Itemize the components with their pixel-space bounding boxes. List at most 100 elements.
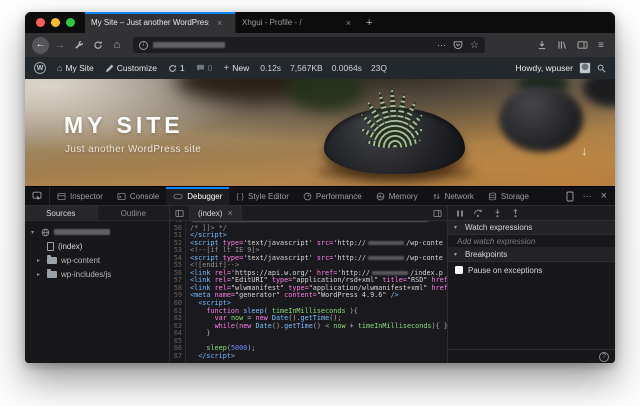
browser-window: My Site – Just another WordPress × Xhgui… xyxy=(25,12,615,363)
adminbar-updates[interactable]: 1 xyxy=(168,63,185,73)
page-actions-icon[interactable]: ⋯ xyxy=(437,40,446,51)
desktop: My Site – Just another WordPress × Xhgui… xyxy=(0,0,640,406)
adminbar-comments[interactable]: 0 xyxy=(196,63,212,73)
code-editor: (index) × 495051525354555657585960616263… xyxy=(170,206,447,363)
site-info-icon[interactable]: i xyxy=(139,40,148,50)
memory-icon xyxy=(376,192,385,200)
site-header: MY SITE Just another WordPress site ↓ xyxy=(25,79,615,186)
responsive-mode-icon[interactable] xyxy=(566,191,574,202)
network-icon xyxy=(432,193,440,199)
adminbar-greeting[interactable]: Howdy, wpuser xyxy=(516,63,573,73)
tab-network[interactable]: Network xyxy=(425,187,481,205)
sources-tree: ▾ (index) ▸ wp-content ▸ wp-includes/js xyxy=(25,221,169,281)
tab-performance[interactable]: Performance xyxy=(296,187,369,205)
devtools-menu-icon[interactable]: ⋯ xyxy=(583,191,592,202)
stat-memory: 7,567KB xyxy=(290,63,323,73)
storage-icon xyxy=(488,192,497,200)
tab-memory[interactable]: Memory xyxy=(369,187,425,205)
stat-cpu: 0.0064s xyxy=(331,63,362,73)
editor-tab-index[interactable]: (index) × xyxy=(189,206,242,220)
expand-panes-icon[interactable] xyxy=(428,206,447,220)
window-controls xyxy=(25,12,85,33)
url-text-redacted xyxy=(153,42,225,48)
adminbar-customize[interactable]: Customize xyxy=(105,63,157,73)
sidebar-toggle-icon[interactable] xyxy=(577,40,588,50)
devtools-footer: ? xyxy=(448,349,615,363)
downloads-icon[interactable] xyxy=(537,40,547,50)
stat-queries: 23Q xyxy=(370,63,388,73)
help-icon[interactable]: ? xyxy=(599,351,609,362)
devtools-toolbar: Inspector Console Debugger { } Style Edi… xyxy=(25,187,615,206)
tab-title: My Site – Just another WordPress xyxy=(91,18,209,27)
minimize-window-button[interactable] xyxy=(51,18,60,27)
tab-sources[interactable]: Sources xyxy=(25,206,98,220)
home-icon: ⌂ xyxy=(57,63,63,73)
watch-expressions-header[interactable]: ▾ Watch expressions xyxy=(448,221,615,235)
stat-time: 0.12s xyxy=(260,63,282,73)
browser-tab-xhgui[interactable]: Xhgui - Profile - / × xyxy=(235,12,357,33)
updates-icon xyxy=(169,64,176,72)
tab-style-editor[interactable]: { } Style Editor xyxy=(229,187,295,205)
tab-outline[interactable]: Outline xyxy=(98,206,170,220)
browser-tab-my-site[interactable]: My Site – Just another WordPress × xyxy=(85,12,235,33)
bookmark-star-icon[interactable]: ☆ xyxy=(470,40,479,51)
close-window-button[interactable] xyxy=(36,18,45,27)
devtools-panel: Inspector Console Debugger { } Style Edi… xyxy=(25,186,615,363)
back-button[interactable]: ← xyxy=(32,36,49,54)
tree-item-wp-content[interactable]: ▸ wp-content xyxy=(25,253,169,267)
tab-storage[interactable]: Storage xyxy=(481,187,536,205)
style-editor-icon: { } xyxy=(236,191,244,201)
maximize-window-button[interactable] xyxy=(66,18,75,27)
wp-logo-icon[interactable]: W xyxy=(34,62,46,74)
tab-debugger[interactable]: Debugger xyxy=(166,187,230,205)
inspector-icon xyxy=(57,192,66,200)
editor-gutter: 49505152535455565758596061626364656667 xyxy=(170,221,186,363)
performance-icon xyxy=(303,192,312,200)
editor-tab-close-icon[interactable]: × xyxy=(227,208,232,218)
step-out-icon[interactable] xyxy=(511,208,520,218)
menu-icon[interactable]: ≡ xyxy=(598,40,604,51)
folder-icon xyxy=(47,254,57,264)
devtools-close-icon[interactable]: × xyxy=(601,190,607,202)
wrench-icon[interactable] xyxy=(71,37,87,53)
pause-on-exceptions-row[interactable]: Pause on exceptions xyxy=(448,262,615,278)
comments-icon xyxy=(196,64,204,72)
add-watch-expression-input[interactable]: Add watch expression xyxy=(448,235,615,248)
tab-inspector[interactable]: Inspector xyxy=(50,187,110,205)
domain-redacted xyxy=(54,229,110,235)
scroll-down-arrow[interactable]: ↓ xyxy=(581,143,588,158)
search-icon[interactable] xyxy=(597,64,606,73)
avatar[interactable] xyxy=(579,62,591,74)
browser-toolbar: ← → ⌂ i ⋯ ☆ ≡ xyxy=(25,33,615,57)
console-icon xyxy=(117,192,126,200)
step-in-icon[interactable] xyxy=(493,208,502,218)
forward-button[interactable]: → xyxy=(52,37,68,53)
debugger-icon xyxy=(173,193,183,199)
tree-item-index[interactable]: (index) xyxy=(25,239,169,253)
tab-close-icon[interactable]: × xyxy=(217,18,222,28)
editor-code: /* ]]> */</script> <script type='text/jav… xyxy=(186,221,447,363)
home-button[interactable]: ⌂ xyxy=(109,37,125,53)
tree-item-wp-includes[interactable]: ▸ wp-includes/js xyxy=(25,267,169,281)
tab-close-icon[interactable]: × xyxy=(346,18,351,28)
browser-tab-bar: My Site – Just another WordPress × Xhgui… xyxy=(25,12,615,33)
tree-item-domain[interactable]: ▾ xyxy=(25,225,169,239)
adminbar-site-name[interactable]: ⌂ My Site xyxy=(57,63,94,73)
breakpoints-header[interactable]: ▾ Breakpoints xyxy=(448,248,615,262)
collapse-sources-icon[interactable] xyxy=(170,206,189,220)
step-over-icon[interactable] xyxy=(473,208,484,218)
site-title[interactable]: MY SITE xyxy=(64,112,184,139)
tab-console[interactable]: Console xyxy=(110,187,166,205)
wp-admin-bar: W ⌂ My Site Customize 1 0 + New 0.12s 7,… xyxy=(25,57,615,79)
reload-button[interactable] xyxy=(90,37,106,53)
pick-element-icon[interactable] xyxy=(25,187,50,205)
new-tab-button[interactable]: + xyxy=(357,12,381,33)
pocket-icon[interactable] xyxy=(453,40,463,50)
pause-on-exceptions-checkbox[interactable] xyxy=(455,266,463,274)
source-code-view[interactable]: 49505152535455565758596061626364656667 /… xyxy=(170,221,447,363)
address-bar[interactable]: i ⋯ ☆ xyxy=(133,37,485,53)
library-icon[interactable] xyxy=(557,40,567,50)
adminbar-new[interactable]: + New xyxy=(223,63,249,74)
pause-icon[interactable] xyxy=(456,209,464,218)
succulent-plant-image xyxy=(359,87,424,148)
